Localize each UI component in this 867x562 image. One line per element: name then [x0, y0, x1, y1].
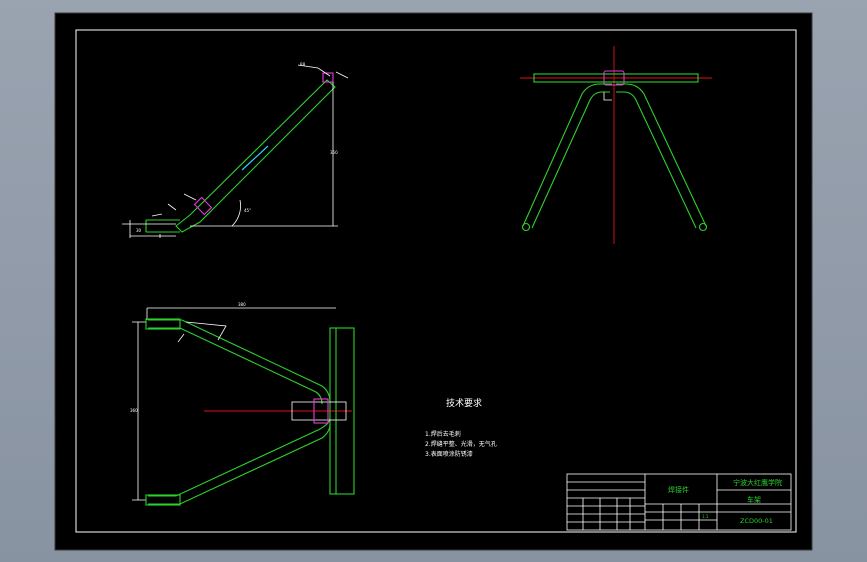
- assembly-name: 车架: [747, 495, 761, 504]
- school-name: 宁波大红鹰学院: [733, 478, 782, 487]
- drawing-number: ZCD00-01: [740, 517, 773, 525]
- drawing-sheet: [54, 12, 813, 551]
- dim-label: 360: [130, 408, 138, 413]
- drawing-canvas: 30 350 45° R8 380 360 技术要求 1.焊后去毛刺 2.焊缝平…: [54, 12, 813, 551]
- cad-viewport[interactable]: 30 350 45° R8 380 360 技术要求 1.焊后去毛刺 2.焊缝平…: [0, 0, 867, 562]
- dim-label: 45°: [244, 208, 251, 213]
- dim-label: R8: [300, 62, 306, 67]
- dim-label: 380: [238, 302, 246, 307]
- notes-title: 技术要求: [446, 397, 482, 409]
- note-item: 1.焊后去毛刺: [425, 430, 461, 438]
- part-name: 焊接件: [668, 485, 689, 494]
- note-item: 2.焊缝平整、光滑，无气孔: [425, 440, 497, 448]
- dim-label: 30: [136, 228, 142, 233]
- note-item: 3.表面喷涂防锈漆: [425, 450, 473, 458]
- scale-value: 1:1: [702, 514, 709, 519]
- dim-label: 350: [330, 150, 338, 155]
